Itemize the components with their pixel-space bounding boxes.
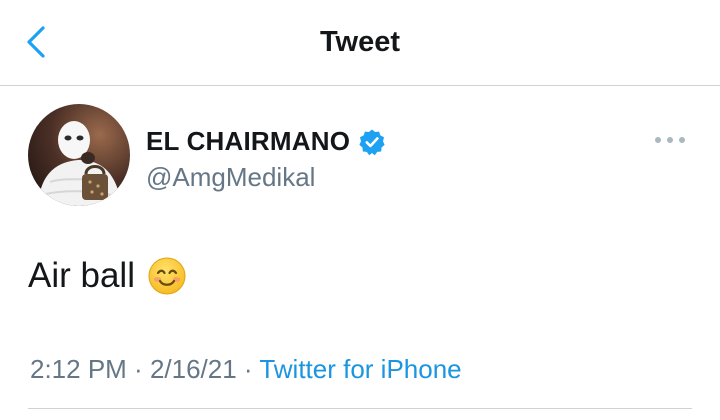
tweet-metadata: 2:12 PM · 2/16/21 · Twitter for iPhone (30, 354, 462, 385)
divider (28, 408, 692, 409)
tweet-body: Air ball (28, 256, 187, 296)
avatar[interactable] (28, 104, 130, 206)
avatar-image (28, 104, 130, 206)
tweet-date: 2/16/21 (149, 354, 237, 384)
page-title: Tweet (319, 26, 401, 58)
meta-separator: · (236, 354, 260, 384)
author-name-row: EL CHAIRMANO (146, 126, 386, 157)
chevron-left-icon (27, 26, 45, 58)
author-display-name[interactable]: EL CHAIRMANO (146, 126, 350, 157)
tweet-source-link[interactable]: Twitter for iPhone (259, 354, 461, 384)
more-options-icon (655, 137, 685, 143)
meta-separator: · (126, 354, 150, 384)
smiling-face-emoji (147, 256, 187, 296)
back-button[interactable] (14, 20, 58, 64)
verified-badge-icon (358, 128, 386, 156)
top-navigation-bar: Tweet (0, 0, 720, 86)
more-options-button[interactable] (650, 128, 690, 152)
tweet-text: Air ball (28, 256, 135, 295)
tweet-time: 2:12 PM (30, 354, 127, 384)
author-handle[interactable]: @AmgMedikal (146, 162, 315, 193)
